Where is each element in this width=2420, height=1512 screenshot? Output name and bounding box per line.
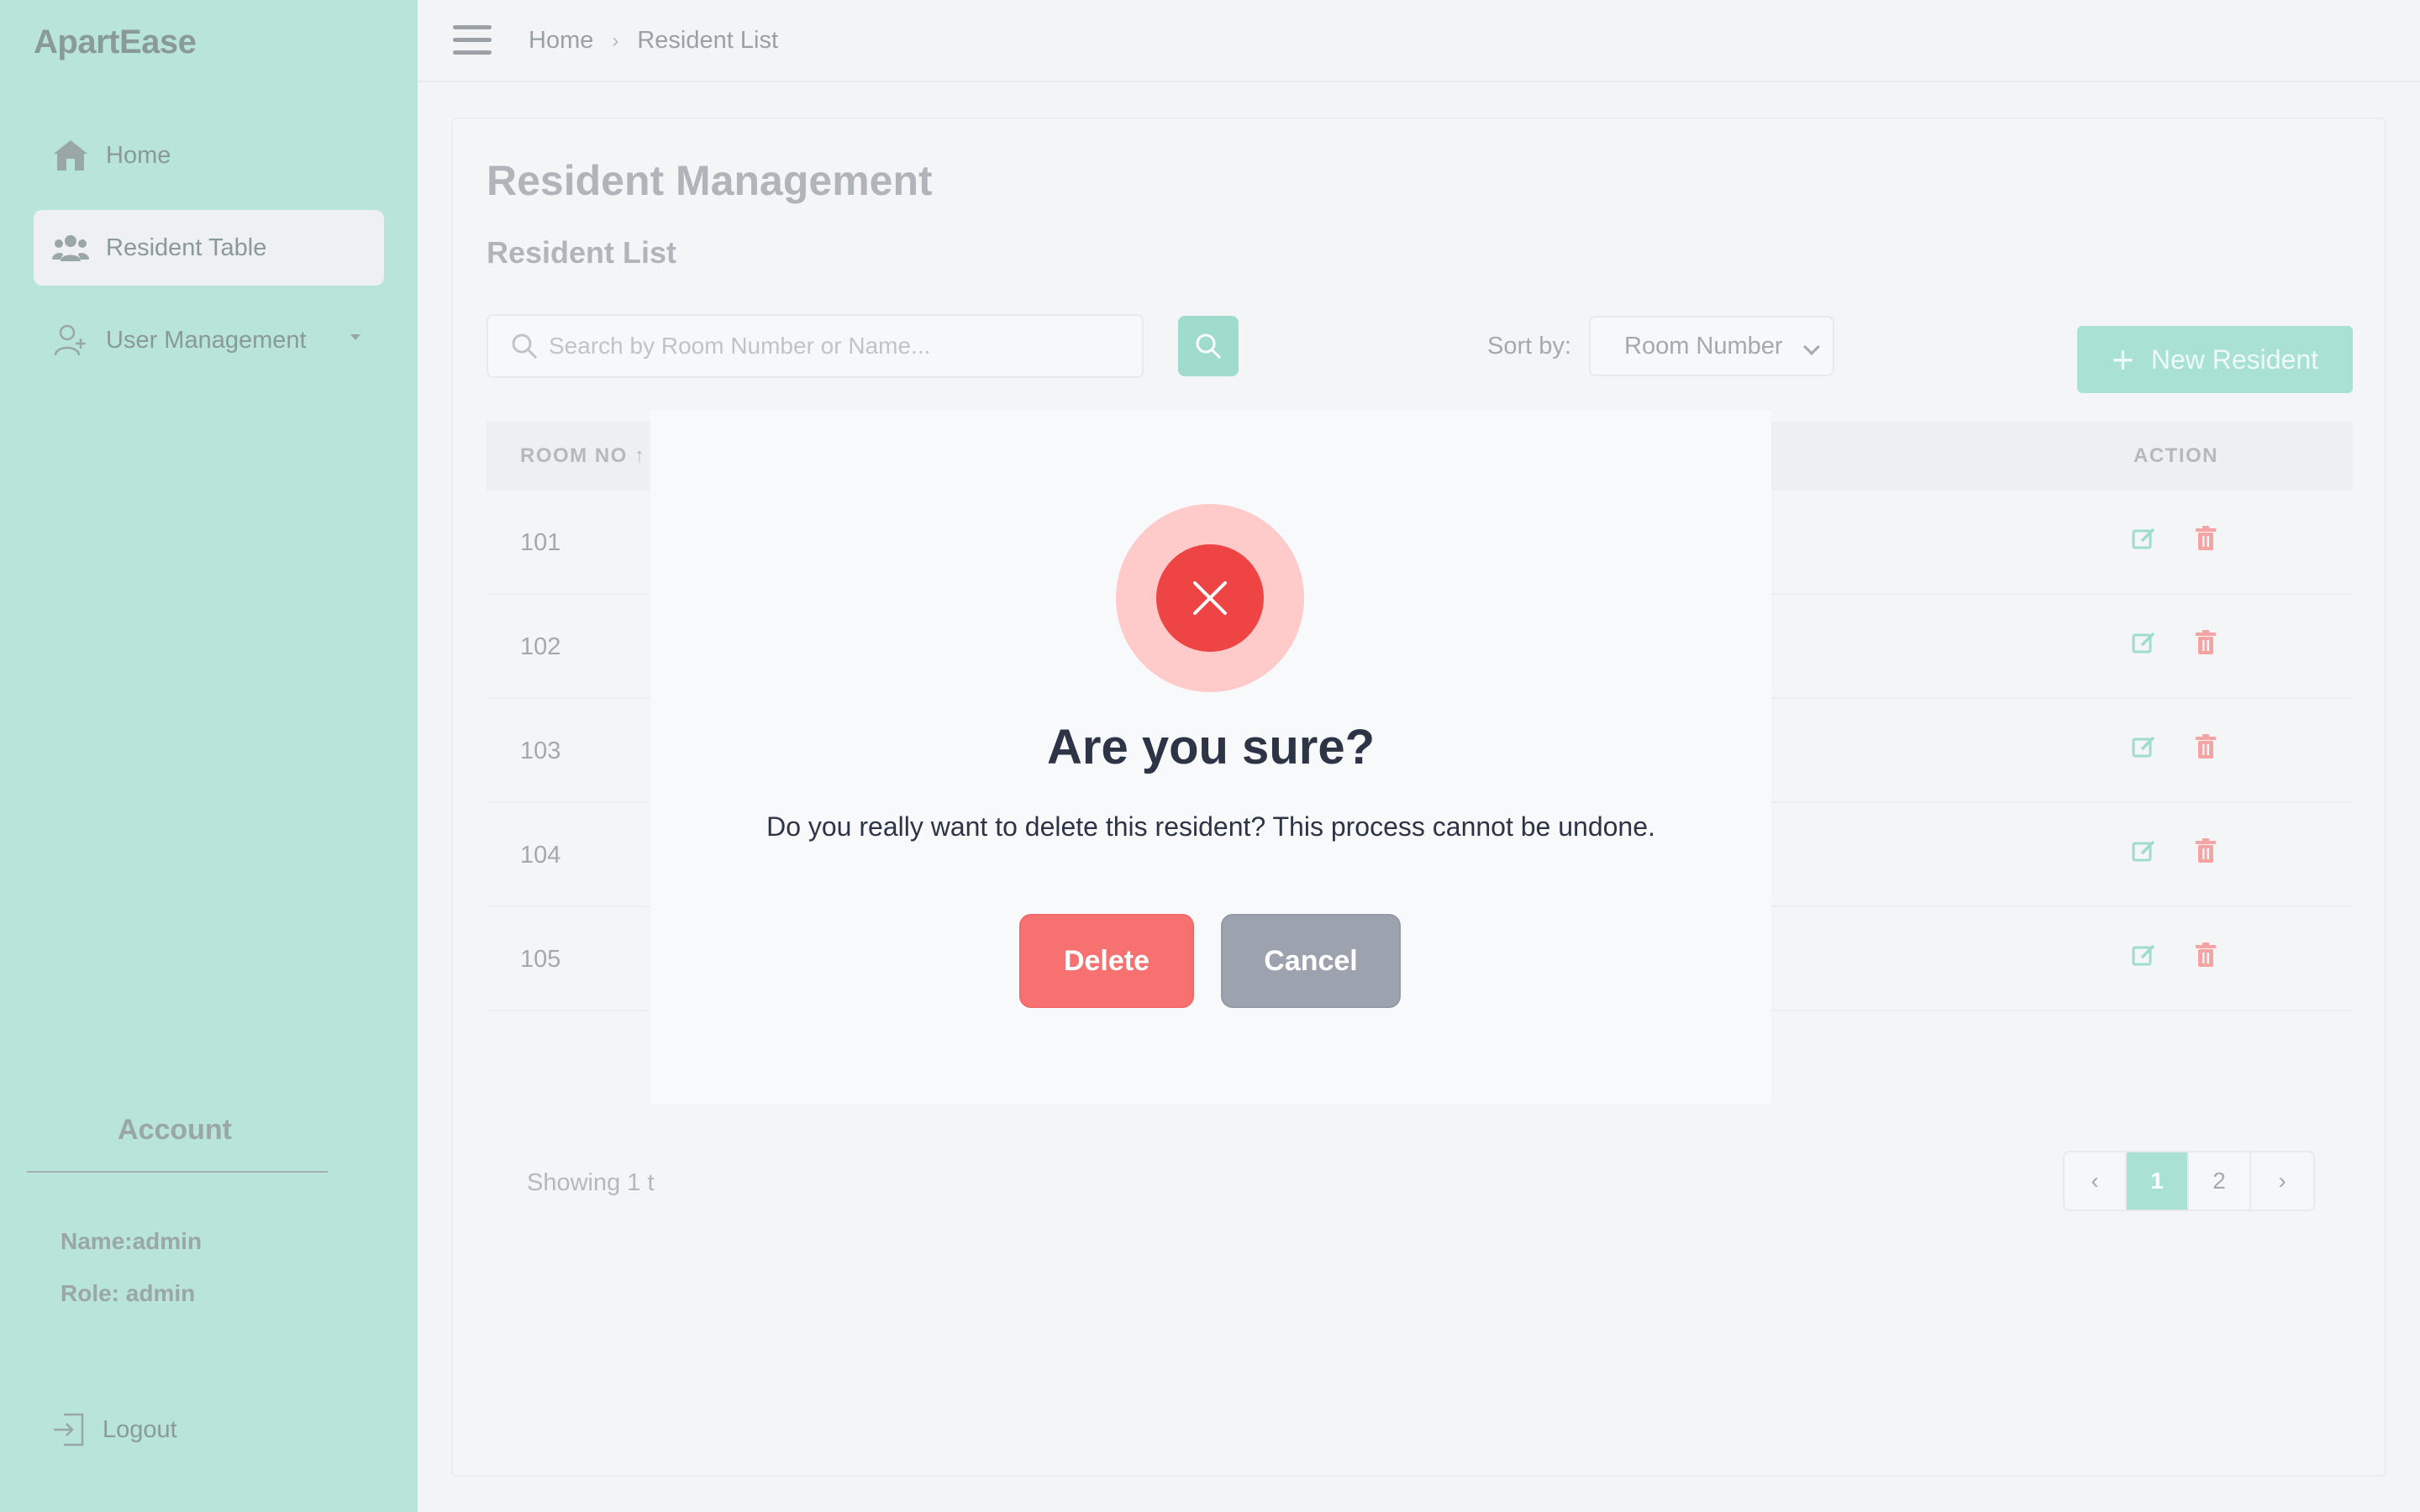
users-icon [52,229,89,266]
close-icon [1156,544,1264,652]
showing-text: Showing 1 t [527,1169,655,1196]
room-number-cell: 102 [520,633,561,660]
top-bar: Home › Resident List [418,0,2420,82]
edit-icon[interactable] [2132,734,2157,759]
logout-button[interactable]: Logout [52,1411,177,1448]
sidebar-item-label: Resident Table [106,234,267,261]
edit-icon[interactable] [2132,526,2157,551]
sidebar-item-home[interactable]: Home [34,118,384,193]
alert-icon-ring [1116,504,1304,692]
delete-button[interactable]: Delete [1019,914,1194,1008]
sort-label: Sort by: [1487,333,1571,360]
sidebar-item-resident-table[interactable]: Resident Table [34,210,384,286]
dialog-title: Are you sure? [1047,720,1375,774]
account-name: Name:admin [60,1228,203,1254]
trash-icon[interactable] [2194,734,2217,759]
room-number-cell: 105 [520,946,561,973]
account-role: Role: admin [60,1280,196,1306]
sort-select[interactable]: Room Number [1589,316,1834,376]
search-field[interactable] [487,314,1144,378]
confirm-delete-dialog: Are you sure? Do you really want to dele… [650,410,1771,1104]
breadcrumb-current: Resident List [637,27,779,54]
pagination-prev-button[interactable]: ‹ [2065,1152,2127,1210]
search-button[interactable] [1178,316,1239,376]
new-resident-label: New Resident [2150,344,2319,375]
section-title: Resident List [487,235,677,270]
sidebar-item-label: Home [106,141,171,169]
breadcrumb: Home › Resident List [529,27,778,55]
trash-icon[interactable] [2194,838,2217,864]
brand-logo[interactable]: ApartEase [34,24,197,61]
sidebar-item-user-management[interactable]: User Management [34,302,384,378]
dialog-message: Do you really want to delete this reside… [766,811,1655,842]
pagination-page-2[interactable]: 2 [2189,1152,2251,1210]
room-number-cell: 104 [520,842,561,869]
trash-icon[interactable] [2194,526,2217,551]
home-icon [52,137,89,174]
pagination: ‹ 1 2 › [2063,1151,2315,1211]
room-number-cell: 103 [520,738,561,764]
sort-selected-value: Room Number [1624,332,1783,360]
pagination-page-1[interactable]: 1 [2127,1152,2189,1210]
breadcrumb-home[interactable]: Home [529,27,593,55]
logout-label: Logout [103,1415,177,1443]
logout-icon [52,1411,86,1448]
search-icon [510,332,539,360]
edit-icon[interactable] [2132,630,2157,655]
column-header-room[interactable]: ROOM NO ↑ [520,444,646,468]
cancel-button[interactable]: Cancel [1221,914,1401,1008]
search-input[interactable] [549,333,1137,360]
hamburger-menu-icon[interactable] [453,25,492,55]
trash-icon[interactable] [2194,630,2217,655]
chevron-right-icon: › [612,29,619,52]
chevron-down-icon [350,334,360,340]
pagination-next-button[interactable]: › [2251,1152,2313,1210]
room-number-cell: 101 [520,529,561,556]
sidebar-item-label: User Management [106,326,307,354]
edit-icon[interactable] [2132,942,2157,968]
page-title: Resident Management [487,157,933,204]
column-header-action: ACTION [2133,444,2218,467]
account-divider [27,1171,328,1173]
trash-icon[interactable] [2194,942,2217,968]
account-title: Account [118,1114,232,1146]
new-resident-button[interactable]: + New Resident [2077,326,2353,393]
plus-icon: + [2111,338,2134,381]
edit-icon[interactable] [2132,838,2157,864]
sidebar: ApartEase Home Resident Table User Manag… [0,0,418,1512]
user-plus-icon [52,322,89,359]
chevron-down-icon [1803,339,1820,355]
search-icon [1196,333,1222,360]
